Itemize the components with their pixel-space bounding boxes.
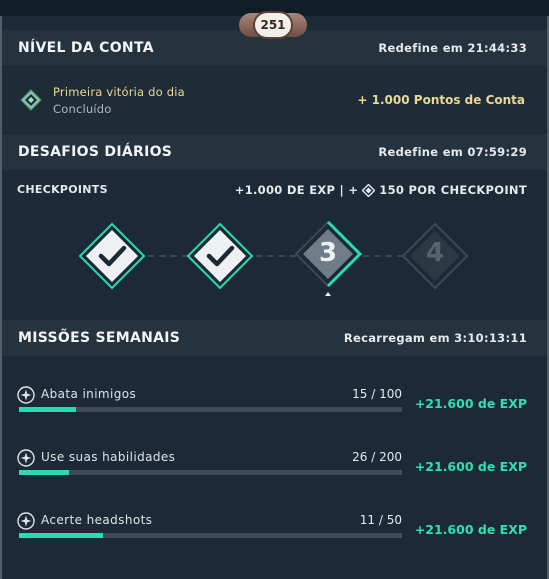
checkpoint-track: 3 4 bbox=[2, 200, 547, 300]
daily-challenges-header: DESAFIOS DIÁRIOS Redefine em 07:59:29 bbox=[2, 134, 547, 170]
account-level-reset-timer: Redefine em 21:44:33 bbox=[378, 41, 527, 55]
account-level-number: 251 bbox=[253, 11, 293, 39]
daily-challenges-reset-timer: Redefine em 07:59:29 bbox=[378, 145, 527, 159]
mission-star-icon bbox=[17, 449, 35, 467]
checkpoint-2-completed[interactable] bbox=[186, 222, 254, 290]
account-level-title: NÍVEL DA CONTA bbox=[18, 40, 154, 56]
checkpoints-reward: +1.000 DE EXP | + 150 POR CHECKPOINT bbox=[235, 183, 527, 197]
daily-challenges-title: DESAFIOS DIÁRIOS bbox=[18, 144, 173, 160]
checkpoint-connector bbox=[363, 255, 403, 257]
checkpoint-1-completed[interactable] bbox=[78, 222, 146, 290]
mission-reward: +21.600 de EXP bbox=[414, 522, 527, 537]
checkpoints-reward-credits: 150 POR CHECKPOINT bbox=[379, 183, 527, 197]
mission-progress-fill bbox=[19, 407, 77, 412]
checkpoint-connector bbox=[256, 255, 296, 257]
checkpoints-reward-exp: +1.000 DE EXP | + bbox=[234, 183, 359, 197]
mission-progress-fill bbox=[19, 533, 104, 538]
weekly-missions-header: MISSÕES SEMANAIS Recarregam em 3:10:13:1… bbox=[2, 320, 547, 356]
checkpoints-info: CHECKPOINTS +1.000 DE EXP | + 150 POR CH… bbox=[17, 183, 527, 199]
mission-progress-bar bbox=[19, 533, 402, 538]
mission-star-icon bbox=[17, 512, 35, 530]
checkpoint-connector bbox=[148, 255, 188, 257]
mission-star-icon bbox=[17, 386, 35, 404]
mission-progress-bar bbox=[19, 407, 402, 412]
first-win-reward: + 1.000 Pontos de Conta bbox=[357, 93, 525, 107]
account-level-badge: 251 bbox=[239, 10, 307, 40]
checkpoint-3-number: 3 bbox=[318, 238, 338, 268]
checkpoint-4-number: 4 bbox=[425, 238, 445, 268]
mission-name: Abata inimigos bbox=[41, 387, 137, 401]
mission-progress-bar bbox=[19, 470, 402, 475]
mission-progress: 11 / 50 bbox=[359, 513, 402, 527]
mission-progress-fill bbox=[19, 470, 69, 475]
first-win-name: Primeira vitória do dia bbox=[53, 85, 185, 99]
first-win-row[interactable]: Primeira vitória do dia Concluído + 1.00… bbox=[2, 67, 547, 131]
kingdom-credits-icon bbox=[362, 183, 376, 197]
mission-name: Acerte headshots bbox=[41, 513, 153, 527]
first-win-diamond-icon bbox=[20, 89, 42, 111]
mission-name: Use suas habilidades bbox=[41, 450, 176, 464]
first-win-status: Concluído bbox=[53, 102, 112, 116]
weekly-missions-title: MISSÕES SEMANAIS bbox=[18, 330, 181, 346]
weekly-mission-row[interactable]: Acerte headshots 11 / 50 +21.600 de EXP bbox=[17, 509, 529, 555]
weekly-missions-reset-timer: Recarregam em 3:10:13:11 bbox=[343, 331, 527, 345]
mission-reward: +21.600 de EXP bbox=[414, 396, 527, 411]
checkpoints-label: CHECKPOINTS bbox=[17, 183, 108, 196]
mission-reward: +21.600 de EXP bbox=[414, 459, 527, 474]
weekly-mission-row[interactable]: Use suas habilidades 26 / 200 +21.600 de… bbox=[17, 446, 529, 492]
mission-progress: 15 / 100 bbox=[352, 387, 402, 401]
weekly-mission-row[interactable]: Abata inimigos 15 / 100 +21.600 de EXP bbox=[17, 383, 529, 429]
mission-progress: 26 / 200 bbox=[352, 450, 402, 464]
